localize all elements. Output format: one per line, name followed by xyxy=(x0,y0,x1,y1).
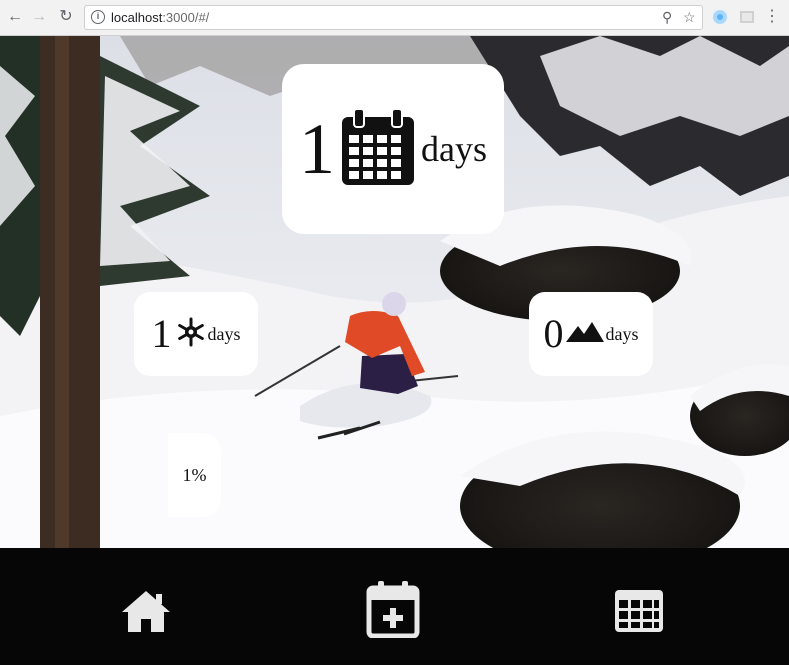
total-days-value: 1 xyxy=(299,109,335,189)
mountain-days-card[interactable]: 0 days xyxy=(529,292,653,376)
menu-dots-icon[interactable]: ⋮ xyxy=(763,8,781,26)
calendar-plus-icon xyxy=(366,580,420,643)
snowflake-icon xyxy=(176,317,206,352)
calendar-icon xyxy=(339,107,417,192)
bottom-nav-bar xyxy=(0,548,789,665)
url-text: localhost:3000/#/ xyxy=(111,10,209,25)
url-host: localhost xyxy=(111,10,163,25)
info-icon[interactable]: i xyxy=(91,10,105,24)
snow-days-card[interactable]: 1 days xyxy=(134,292,258,376)
home-icon xyxy=(120,588,172,639)
address-bar[interactable]: i localhost:3000/#/ ⚲ ☆ xyxy=(84,5,703,30)
reload-icon[interactable]: ↻ xyxy=(57,8,75,26)
mountain-days-unit: days xyxy=(605,323,639,344)
forward-arrow-icon[interactable]: → xyxy=(30,8,48,26)
browser-toolbar: ← → ↻ i localhost:3000/#/ ⚲ ☆ ⋮ xyxy=(0,0,789,36)
url-path: :3000/#/ xyxy=(162,10,210,25)
back-arrow-icon[interactable]: ← xyxy=(6,8,24,26)
nav-add-day-button[interactable] xyxy=(366,580,420,638)
nav-home-button[interactable] xyxy=(119,586,173,640)
snow-days-value: 1 xyxy=(151,311,172,356)
calendar-grid-icon xyxy=(613,588,665,639)
extension-snowflake-icon[interactable] xyxy=(711,8,729,26)
zoom-icon[interactable]: ⚲ xyxy=(662,9,672,26)
percent-label: 1% xyxy=(182,464,207,485)
total-days-card[interactable]: 1 days xyxy=(282,64,504,234)
extension-box-icon[interactable] xyxy=(738,8,756,26)
total-days-unit: days xyxy=(421,129,487,169)
nav-calendar-button[interactable] xyxy=(612,586,666,640)
mountain-days-value: 0 xyxy=(543,311,564,356)
snow-days-unit: days xyxy=(207,323,241,344)
mountain-icon xyxy=(565,321,604,347)
percent-card[interactable]: 1% xyxy=(168,433,221,517)
bookmark-star-icon[interactable]: ☆ xyxy=(683,9,696,26)
